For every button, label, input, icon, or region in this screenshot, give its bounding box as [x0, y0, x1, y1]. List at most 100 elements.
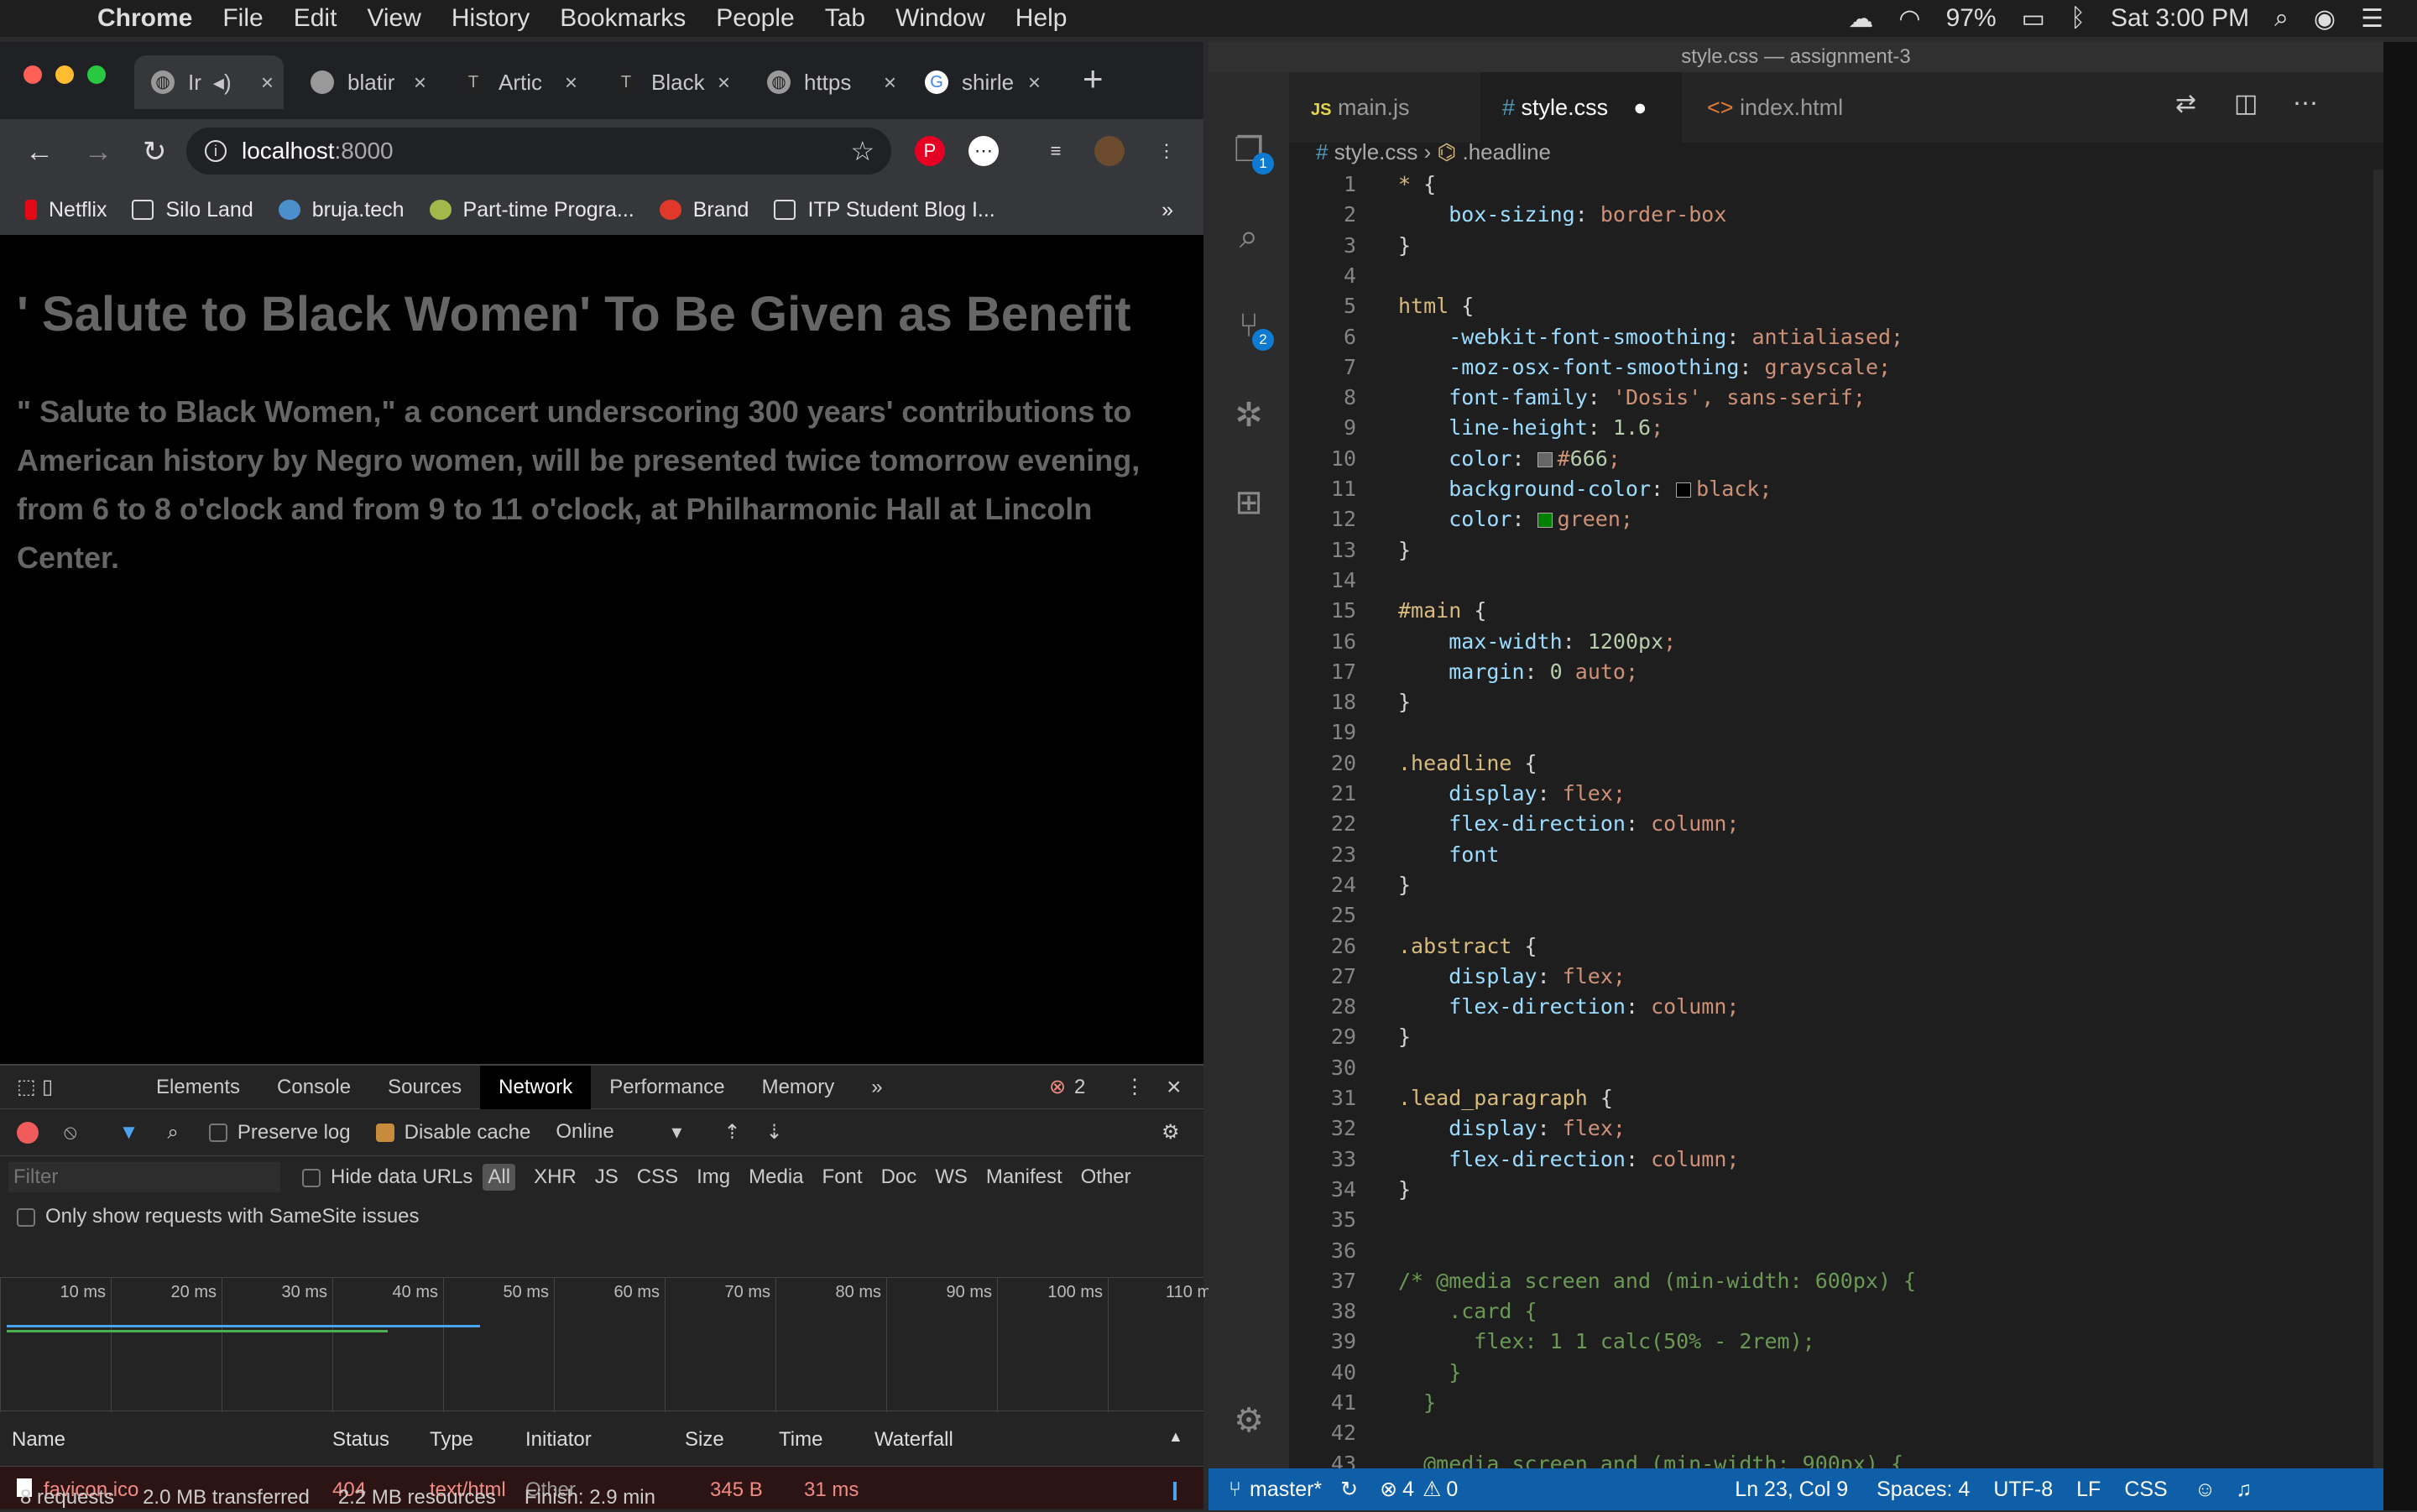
- chrome-menu-icon[interactable]: ⋮: [1151, 136, 1182, 166]
- export-har-icon[interactable]: ⇣: [765, 1120, 782, 1144]
- breadcrumb-file[interactable]: style.css: [1334, 139, 1418, 164]
- bookmarks-overflow-icon[interactable]: »: [1162, 198, 1173, 222]
- split-editor-icon[interactable]: ◫: [2234, 89, 2258, 118]
- menu-app-name[interactable]: Chrome: [97, 4, 192, 33]
- more-actions-icon[interactable]: ⋯: [2293, 89, 2318, 118]
- menu-item-people[interactable]: People: [716, 4, 794, 33]
- encoding[interactable]: UTF-8: [1993, 1478, 2053, 1502]
- devtools-tab-console[interactable]: Console: [258, 1066, 369, 1109]
- notifications-bell-icon[interactable]: ♫: [2236, 1478, 2252, 1502]
- bookmark-part-time[interactable]: Part-time Progra...: [429, 198, 634, 222]
- menu-item-view[interactable]: View: [367, 4, 420, 33]
- column-status[interactable]: Status: [332, 1428, 389, 1452]
- clear-icon[interactable]: ⦸: [64, 1121, 77, 1144]
- cloud-icon[interactable]: ☁: [1848, 4, 1873, 34]
- speaker-icon[interactable]: ◂): [213, 70, 232, 96]
- close-tab-icon[interactable]: ×: [718, 70, 730, 96]
- menu-item-help[interactable]: Help: [1015, 4, 1068, 33]
- close-window-icon[interactable]: [23, 65, 42, 84]
- filter-type-font[interactable]: Font: [822, 1165, 863, 1189]
- inspect-icon[interactable]: ⬚: [17, 1075, 42, 1099]
- error-icon[interactable]: ⊗: [1380, 1477, 1397, 1502]
- error-icon[interactable]: ⊗: [1049, 1075, 1066, 1099]
- open-changes-icon[interactable]: ⇄: [2175, 89, 2196, 118]
- settings-gear-icon[interactable]: ⚙: [1229, 1401, 1269, 1442]
- new-tab-icon[interactable]: +: [1083, 59, 1104, 99]
- filter-type-css[interactable]: CSS: [637, 1165, 678, 1189]
- devtools-tab-memory[interactable]: Memory: [744, 1066, 854, 1109]
- menu-item-history[interactable]: History: [452, 4, 530, 33]
- filter-type-all[interactable]: All: [483, 1164, 516, 1191]
- column-time[interactable]: Time: [779, 1428, 822, 1452]
- filter-type-img[interactable]: Img: [697, 1165, 730, 1189]
- unsaved-dot-icon[interactable]: ●: [1633, 95, 1647, 120]
- column-name[interactable]: Name: [12, 1428, 65, 1452]
- end-of-line[interactable]: LF: [2076, 1478, 2101, 1502]
- reload-icon[interactable]: ↻: [143, 135, 176, 169]
- source-control-icon[interactable]: ⑂ 2: [1229, 307, 1274, 351]
- filter-type-doc[interactable]: Doc: [881, 1165, 917, 1189]
- browser-tab-active[interactable]: ◍ Ir ◂) ×: [134, 55, 284, 109]
- network-filter-input[interactable]: [8, 1162, 280, 1192]
- forward-icon[interactable]: →: [84, 136, 117, 169]
- editor-tab-main-js[interactable]: JS main.js: [1289, 72, 1477, 143]
- close-devtools-icon[interactable]: ×: [1167, 1073, 1182, 1102]
- browser-tab[interactable]: T Artic ×: [445, 55, 587, 109]
- menu-item-edit[interactable]: Edit: [294, 4, 337, 33]
- bookmark-star-icon[interactable]: ☆: [850, 135, 874, 167]
- minimize-window-icon[interactable]: [55, 65, 74, 84]
- devtools-tab-performance[interactable]: Performance: [591, 1066, 743, 1109]
- close-tab-icon[interactable]: ×: [565, 70, 577, 96]
- git-branch-icon[interactable]: ⑂: [1229, 1478, 1241, 1502]
- record-icon[interactable]: [17, 1121, 39, 1144]
- menu-item-window[interactable]: Window: [895, 4, 985, 33]
- devtools-menu-icon[interactable]: ⋮: [1125, 1075, 1145, 1099]
- bookmark-silo-land[interactable]: Silo Land: [132, 198, 253, 222]
- browser-tab[interactable]: Gshirle ×: [908, 55, 1051, 109]
- filter-type-manifest[interactable]: Manifest: [986, 1165, 1062, 1189]
- close-tab-icon[interactable]: ×: [261, 70, 274, 96]
- indentation[interactable]: Spaces: 4: [1877, 1478, 1970, 1502]
- close-tab-icon[interactable]: ×: [1028, 70, 1041, 96]
- extension-icon[interactable]: ⋯: [968, 136, 999, 166]
- devtools-tab-network[interactable]: Network: [480, 1065, 592, 1109]
- devtools-tab-elements[interactable]: Elements: [138, 1066, 258, 1109]
- editor-tab-index-html[interactable]: <> index.html: [1685, 72, 1887, 143]
- filter-type-ws[interactable]: WS: [935, 1165, 968, 1189]
- menu-item-bookmarks[interactable]: Bookmarks: [560, 4, 686, 33]
- battery-percent[interactable]: 97%: [1946, 4, 1997, 33]
- siri-icon[interactable]: ◉: [2314, 4, 2336, 34]
- sync-icon[interactable]: ↻: [1340, 1477, 1358, 1502]
- filter-type-xhr[interactable]: XHR: [534, 1165, 577, 1189]
- bookmark-brand[interactable]: Brand: [659, 198, 749, 222]
- column-initiator[interactable]: Initiator: [525, 1428, 592, 1452]
- search-icon[interactable]: ⌕: [1229, 218, 1269, 258]
- warning-icon[interactable]: ⚠: [1423, 1477, 1441, 1502]
- devtools-tab-sources[interactable]: Sources: [369, 1066, 480, 1109]
- warning-count[interactable]: 0: [1446, 1478, 1458, 1502]
- devtools-more-tabs-icon[interactable]: »: [853, 1066, 901, 1109]
- browser-tab[interactable]: ◍ https ×: [750, 55, 906, 109]
- address-bar[interactable]: i localhost:8000 ☆: [186, 128, 891, 175]
- minimap[interactable]: [2279, 169, 2372, 1468]
- code-editor[interactable]: 1 * {2 box-sizing: border-box 3} 4 5 html {6 …: [1289, 169, 2296, 1476]
- spotlight-icon[interactable]: ⌕: [2274, 4, 2289, 33]
- debug-icon[interactable]: ✲: [1229, 396, 1269, 436]
- error-count[interactable]: 2: [1074, 1076, 1085, 1099]
- bookmark-netflix[interactable]: Netflix: [25, 198, 107, 222]
- device-toolbar-icon[interactable]: ▯: [42, 1075, 84, 1099]
- wifi-icon[interactable]: ◠: [1898, 4, 1920, 34]
- throttling-select[interactable]: Online ▾: [556, 1120, 681, 1144]
- filter-type-js[interactable]: JS: [595, 1165, 619, 1189]
- search-icon[interactable]: ⌕: [167, 1121, 178, 1144]
- git-branch[interactable]: master*: [1250, 1478, 1322, 1502]
- editor-tab-style-css[interactable]: # style.css ●: [1480, 72, 1682, 143]
- close-tab-icon[interactable]: ×: [414, 70, 426, 96]
- browser-tab[interactable]: T Black ×: [598, 55, 740, 109]
- samesite-checkbox[interactable]: Only show requests with SameSite issues: [17, 1205, 420, 1228]
- filter-type-media[interactable]: Media: [749, 1165, 803, 1189]
- cursor-position[interactable]: Ln 23, Col 9: [1735, 1478, 1848, 1502]
- avatar[interactable]: [1094, 136, 1125, 166]
- preserve-log-checkbox[interactable]: Preserve log: [208, 1121, 351, 1144]
- language-mode[interactable]: CSS: [2124, 1478, 2167, 1502]
